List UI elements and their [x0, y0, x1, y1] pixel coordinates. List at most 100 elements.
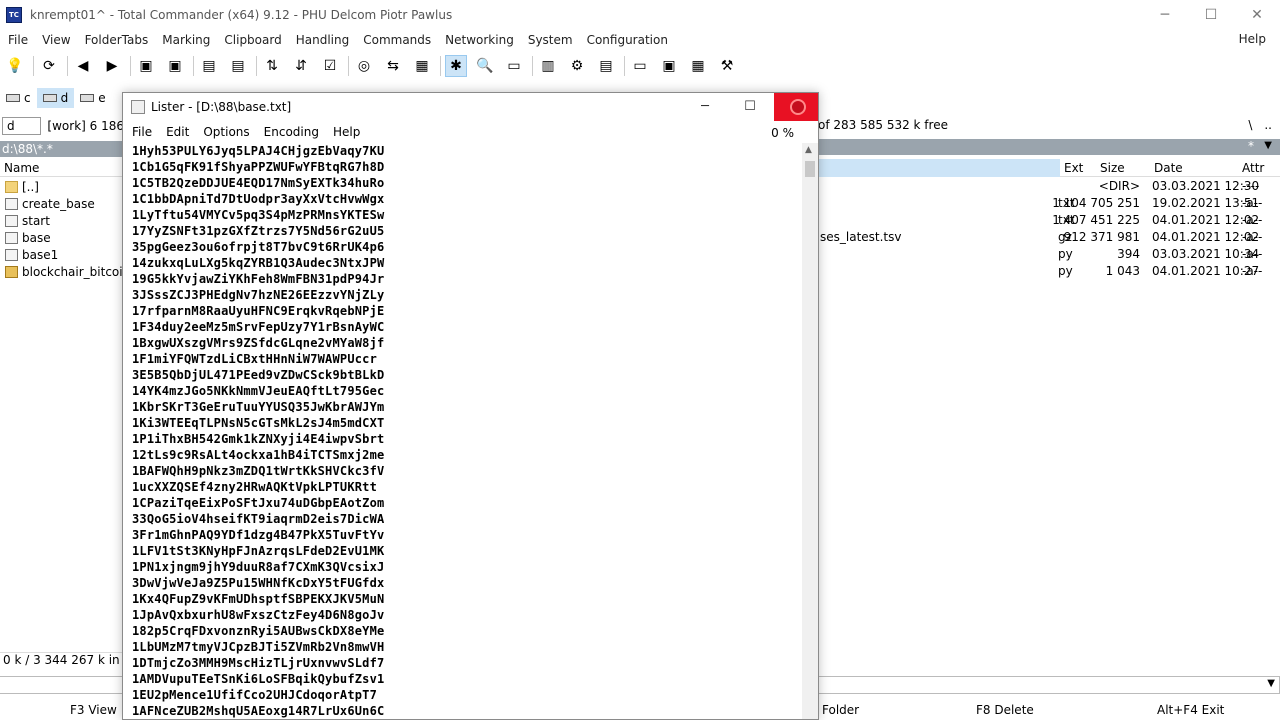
menu-networking[interactable]: Networking [439, 33, 520, 47]
network-icon[interactable]: ▦ [687, 55, 709, 77]
lister-title: Lister - [D:\88\base.txt] [151, 100, 292, 114]
text-line: 3E5B5QbDjUL471PEed9vZDwCSck9btBLkD [132, 368, 385, 382]
lister-vertical-scrollbar[interactable]: ▲ [802, 143, 818, 719]
command-history-dropdown-icon[interactable]: ▼ [1267, 678, 1275, 689]
pack-icon[interactable]: ▣ [135, 55, 157, 77]
file-row[interactable]: <DIR> 03.03.2021 12:30 ---- [818, 178, 1280, 195]
monitor2-icon[interactable]: ▣ [658, 55, 680, 77]
file-size: 1 104 705 251 [1052, 196, 1140, 210]
menu-commands[interactable]: Commands [357, 33, 437, 47]
lister-close-button[interactable] [774, 93, 818, 121]
close-button[interactable]: ✕ [1234, 0, 1280, 30]
star-tool-icon[interactable]: ✱ [445, 55, 467, 77]
file-row[interactable]: ses_latest.tsv gz 912 371 981 04.01.2021 12… [818, 229, 1280, 246]
root-button[interactable]: \ [1248, 118, 1252, 132]
left-path[interactable]: d:\88\*.* [0, 141, 124, 157]
minimize-button[interactable]: ─ [1142, 0, 1188, 30]
sort-icon[interactable]: ⇅ [261, 55, 283, 77]
stack-icon[interactable]: ▤ [198, 55, 220, 77]
text-line: 14YK4mzJGo5NKkNmmVJeuEAQftLt795Gec [132, 384, 385, 398]
ext-column-header[interactable]: Ext [1064, 161, 1083, 175]
text-line: 1P1iThxBH542Gmk1kZNXyji4E4iwpvSbrt [132, 432, 385, 446]
date-column-header[interactable]: Date [1154, 161, 1183, 175]
grid-icon[interactable]: ▦ [411, 55, 433, 77]
file-attr: -a-- [1242, 196, 1263, 210]
name-column-header[interactable] [818, 159, 1060, 177]
stack2-icon[interactable]: ▤ [227, 55, 249, 77]
settings-icon[interactable]: ⚙ [566, 55, 588, 77]
list-icon[interactable]: ▤ [595, 55, 617, 77]
lister-menu-file[interactable]: File [127, 125, 157, 139]
command-line-left[interactable] [0, 676, 124, 694]
lister-menu-encoding[interactable]: Encoding [259, 125, 324, 139]
scroll-thumb[interactable] [805, 161, 815, 177]
size-column-header[interactable]: Size [1100, 161, 1125, 175]
bulb-icon[interactable]: 💡 [4, 55, 26, 77]
file-row[interactable]: base [0, 229, 124, 246]
window-icon[interactable]: ▭ [503, 55, 525, 77]
toolbar-separator [33, 56, 34, 76]
text-line: 1C5TB2QzeDDJUE4EQD17NmSyEXTk34huRo [132, 176, 385, 190]
unpack-icon[interactable]: ▣ [164, 55, 186, 77]
drive-e-button[interactable]: e [74, 88, 111, 108]
lister-menu-edit[interactable]: Edit [161, 125, 194, 139]
file-row[interactable]: [..] [0, 178, 124, 195]
function-key-button[interactable]: Alt+F4 Exit [1157, 703, 1224, 717]
file-row[interactable]: py 1 043 04.01.2021 10:27 -a-- [818, 263, 1280, 280]
refresh-icon[interactable]: ⟳ [38, 55, 60, 77]
tools-icon[interactable]: ⚒ [716, 55, 738, 77]
menu-foldertabs[interactable]: FolderTabs [79, 33, 155, 47]
maximize-button[interactable]: ☐ [1188, 0, 1234, 30]
right-file-list: <DIR> 03.03.2021 12:30 ---- txt 1 104 705 25… [818, 178, 1280, 280]
drive-d-button[interactable]: d [36, 88, 75, 108]
file-row[interactable]: txt 1 407 451 225 04.01.2021 12:02 -a-- [818, 212, 1280, 229]
file-row[interactable]: blockchair_bitcoin_ [0, 263, 124, 280]
file-row[interactable]: start [0, 212, 124, 229]
lister-minimize-button[interactable]: ─ [683, 93, 727, 121]
file-icon [5, 248, 18, 261]
file-row[interactable]: create_base [0, 195, 124, 212]
history-dropdown-icon[interactable]: ▼ [1264, 140, 1272, 151]
function-key-button[interactable]: F8 Delete [976, 703, 1034, 717]
monitor-icon[interactable]: ▭ [629, 55, 651, 77]
command-line[interactable]: ▼ [818, 676, 1280, 694]
left-drive-info: [work] 6 186 [47, 119, 124, 133]
drive-c-button[interactable]: c [0, 88, 37, 108]
menu-handling[interactable]: Handling [290, 33, 356, 47]
file-row[interactable]: txt 1 104 705 251 19.02.2021 13:51 -a-- [818, 195, 1280, 212]
browser-icon[interactable]: ◎ [353, 55, 375, 77]
search-icon[interactable]: 🔍 [474, 55, 496, 77]
menu-system[interactable]: System [522, 33, 579, 47]
left-drive-select[interactable]: d [2, 117, 42, 135]
name-column-header[interactable]: Name [4, 161, 39, 175]
compare-icon[interactable]: ☑ [319, 55, 341, 77]
parent-button[interactable]: .. [1264, 118, 1272, 132]
menu-help[interactable]: Help [1233, 32, 1272, 46]
text-line: 19G5kkYvjawZiYKhFeh8WmFBN31pdP94Jr [132, 272, 385, 286]
menu-view[interactable]: View [36, 33, 76, 47]
file-row[interactable]: py 394 03.03.2021 10:34 -a-- [818, 246, 1280, 263]
menu-marking[interactable]: Marking [156, 33, 216, 47]
menu-configuration[interactable]: Configuration [581, 33, 674, 47]
sync-icon[interactable]: ⇆ [382, 55, 404, 77]
file-attr: -a-- [1242, 247, 1263, 261]
back-icon[interactable]: ◀ [72, 55, 94, 77]
scroll-up-icon[interactable]: ▲ [805, 145, 812, 155]
lister-menu-help[interactable]: Help [328, 125, 365, 139]
menu-file[interactable]: File [2, 33, 34, 47]
lister-text-content[interactable]: 1Hyh53PULY6Jyq5LPAJ4CHjgzEbVaqy7KU 1Cb1G5… [123, 143, 803, 719]
sort2-icon[interactable]: ⇵ [290, 55, 312, 77]
favorites-star-icon[interactable]: * [1248, 139, 1254, 153]
toolbar-separator [624, 56, 625, 76]
lister-maximize-button[interactable]: ☐ [728, 93, 772, 121]
lister-menu-options[interactable]: Options [198, 125, 254, 139]
function-key-button[interactable]: Folder [822, 703, 859, 717]
file-name: create_base [22, 196, 95, 211]
notepad-icon[interactable]: ▥ [537, 55, 559, 77]
menu-clipboard[interactable]: Clipboard [218, 33, 287, 47]
toolbar-separator [130, 56, 131, 76]
forward-icon[interactable]: ▶ [101, 55, 123, 77]
function-key-button[interactable]: F3 View [70, 703, 117, 717]
file-row[interactable]: base1 [0, 246, 124, 263]
attr-column-header[interactable]: Attr [1242, 161, 1264, 175]
